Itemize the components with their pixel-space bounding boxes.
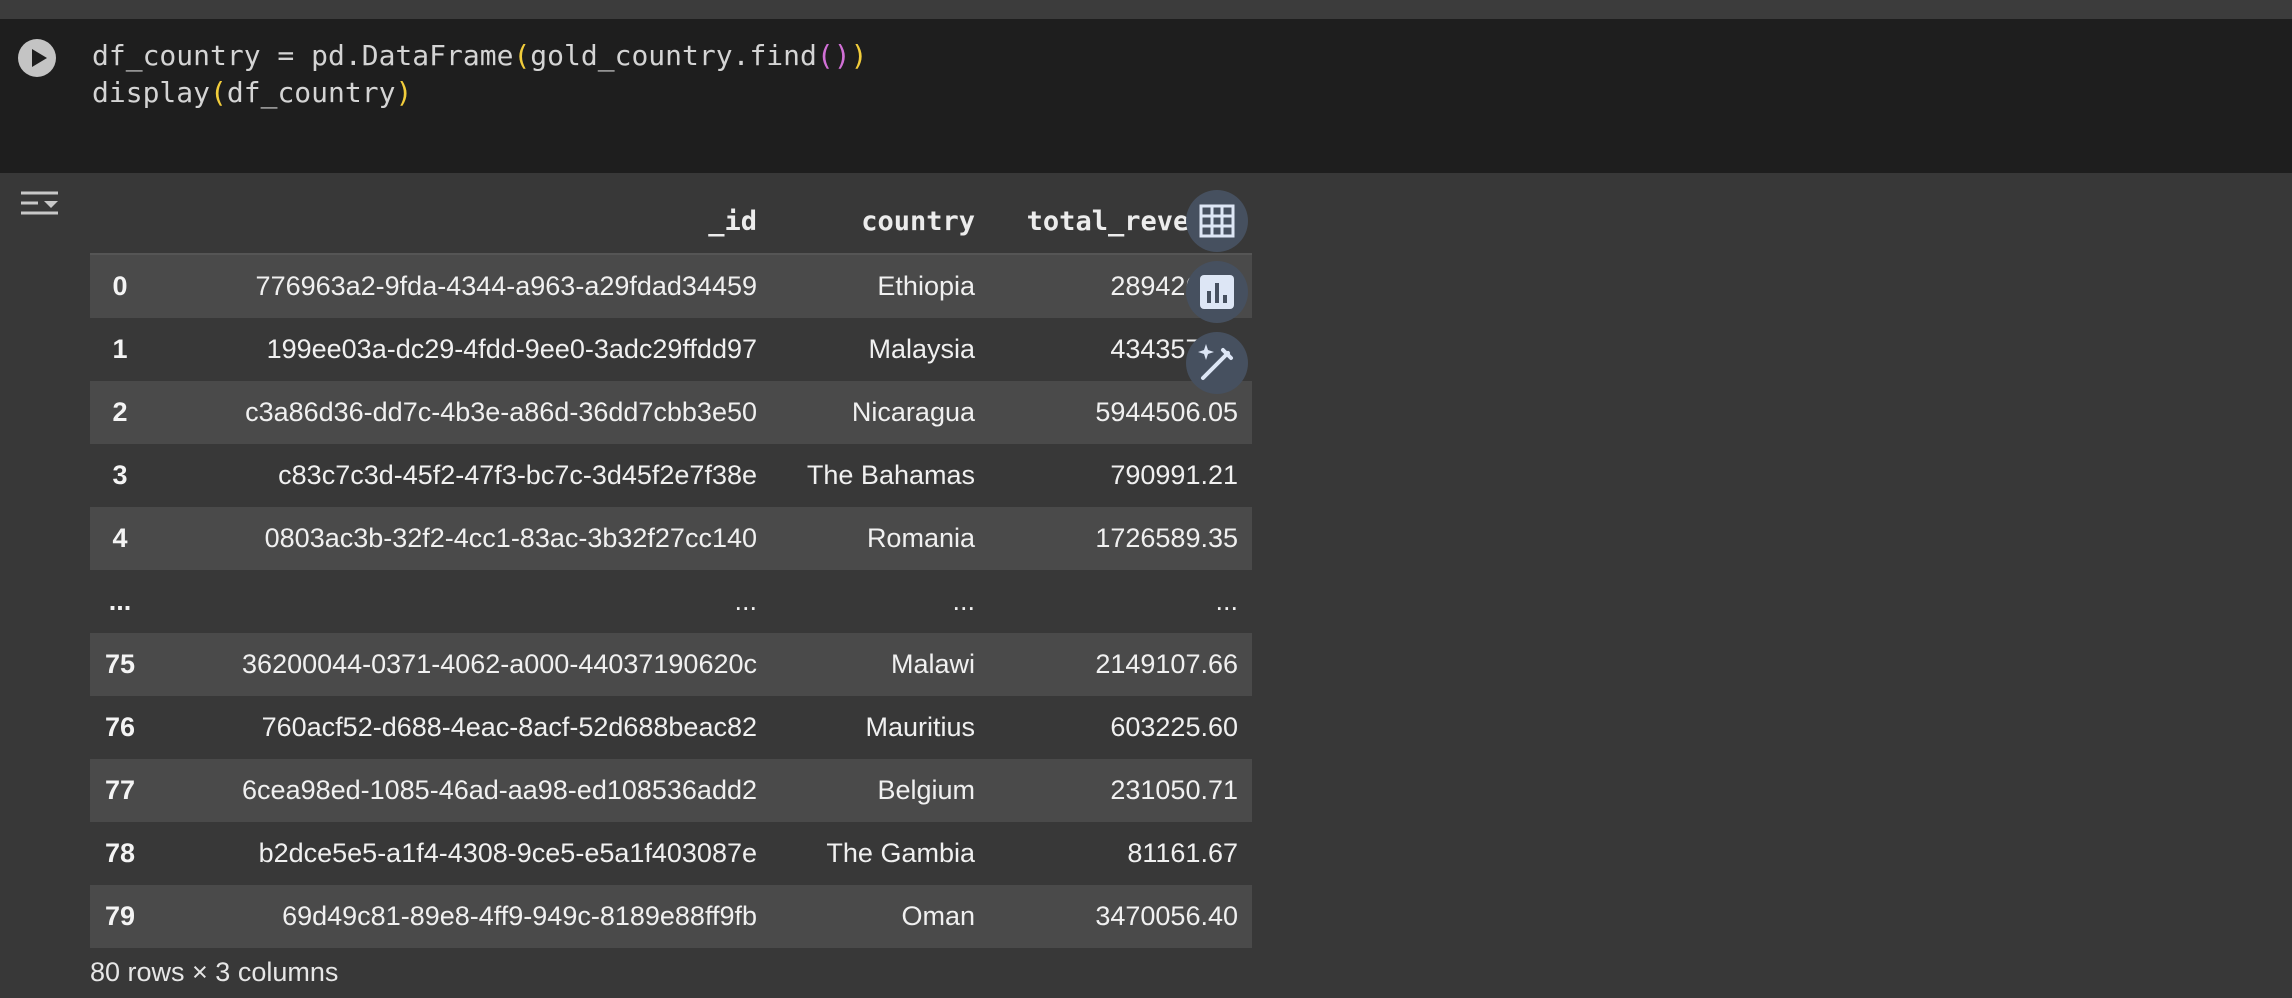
row-index: 77 (104, 775, 136, 805)
table-row: 75 36200044-0371-4062-a000-44037190620c Ma… (90, 633, 1252, 696)
code-cell[interactable]: df_country = pd.DataFrame(gold_country.f… (0, 19, 2292, 173)
row-index: 79 (104, 901, 136, 931)
row-index: 2 (112, 397, 128, 427)
row-index: 1 (112, 334, 128, 364)
cell-output: _id country total_revenue 0 776963a2-9fda… (0, 173, 2292, 998)
table-row: 78 b2dce5e5-a1f4-4308-9ce5-e5a1f403087e Th… (90, 822, 1252, 885)
cell-country: Nicaragua (851, 397, 975, 427)
table-shape-caption: 80 rows × 3 columns (90, 957, 339, 987)
table-header-row: _id country total_revenue (90, 189, 1252, 255)
cell-id: ... (734, 586, 757, 616)
code-line-1: df_country = pd.DataFrame(gold_country.f… (92, 39, 868, 72)
table-row: 77 6cea98ed-1085-46ad-aa98-ed108536add2 Be… (90, 759, 1252, 822)
cell-country: Malawi (890, 649, 975, 679)
cell-country: The Bahamas (806, 460, 975, 490)
cell-id: c83c7c3d-45f2-47f3-bc7c-3d45f2e7f38e (278, 460, 757, 490)
cell-total-revenue: 81161.67 (1127, 838, 1238, 868)
cell-id: c3a86d36-dd7c-4b3e-a86d-36dd7cbb3e50 (245, 397, 757, 427)
cell-id: 6cea98ed-1085-46ad-aa98-ed108536add2 (242, 775, 757, 805)
generate-code-button[interactable] (1186, 332, 1248, 394)
table-row: 3 c83c7c3d-45f2-47f3-bc7c-3d45f2e7f38e The… (90, 444, 1252, 507)
cell-country: Oman (901, 901, 975, 931)
cell-total-revenue: 2149107.66 (1095, 649, 1238, 679)
column-header-id: _id (150, 189, 777, 255)
cell-id: 0803ac3b-32f2-4cc1-83ac-3b32f27cc140 (264, 523, 757, 553)
cell-id: 760acf52-d688-4eac-8acf-52d688beac82 (261, 712, 757, 742)
table-row: ............ (90, 570, 1252, 633)
cell-total-revenue: 3470056.40 (1095, 901, 1238, 931)
output-collapse-icon[interactable] (18, 185, 62, 230)
cell-country: Mauritius (865, 712, 975, 742)
cell-total-revenue: 231050.71 (1110, 775, 1238, 805)
table-row: 76 760acf52-d688-4eac-8acf-52d688beac82 Ma… (90, 696, 1252, 759)
cell-total-revenue: 790991.21 (1110, 460, 1238, 490)
cell-total-revenue: ... (1215, 586, 1238, 616)
run-cell-button[interactable] (18, 39, 56, 77)
cell-country: Malaysia (868, 334, 975, 364)
cell-country: The Gambia (826, 838, 975, 868)
cell-id: 199ee03a-dc29-4fdd-9ee0-3adc29ffdd97 (266, 334, 757, 364)
cell-id: 69d49c81-89e8-4ff9-949c-8189e88ff9fb (282, 901, 757, 931)
cell-total-revenue: 1726589.35 (1095, 523, 1238, 553)
row-index: ... (108, 586, 132, 616)
bar-chart-icon (1200, 275, 1234, 309)
row-index: 76 (104, 712, 136, 742)
table-grid-icon (1199, 204, 1235, 238)
row-index: 78 (104, 838, 136, 868)
cell-total-revenue: 603225.60 (1110, 712, 1238, 742)
index-header (90, 189, 150, 255)
code-line-2: display(df_country) (92, 76, 413, 109)
cell-id: b2dce5e5-a1f4-4308-9ce5-e5a1f403087e (258, 838, 757, 868)
row-index: 3 (112, 460, 128, 490)
dataframe-table: _id country total_revenue 0 776963a2-9fda… (90, 189, 1252, 948)
cell-country: Ethiopia (877, 271, 975, 301)
row-index: 4 (112, 523, 128, 553)
convert-to-interactive-table-button[interactable] (1186, 190, 1248, 252)
row-index: 0 (112, 271, 128, 301)
table-row: 2 c3a86d36-dd7c-4b3e-a86d-36dd7cbb3e50 Nic… (90, 381, 1252, 444)
table-row: 0 776963a2-9fda-4344-a963-a29fdad34459 Eth… (90, 254, 1252, 318)
magic-wand-icon (1198, 344, 1233, 380)
table-row: 1 199ee03a-dc29-4fdd-9ee0-3adc29ffdd97 Mal… (90, 318, 1252, 381)
table-row: 4 0803ac3b-32f2-4cc1-83ac-3b32f27cc140 Rom… (90, 507, 1252, 570)
suggest-charts-button[interactable] (1186, 261, 1248, 323)
top-bar (0, 0, 2292, 19)
table-row: 79 69d49c81-89e8-4ff9-949c-8189e88ff9fb Om… (90, 885, 1252, 948)
code-editor[interactable]: df_country = pd.DataFrame(gold_country.f… (92, 37, 867, 111)
cell-country: Belgium (877, 775, 975, 805)
cell-id: 36200044-0371-4062-a000-44037190620c (242, 649, 757, 679)
cell-country: Romania (866, 523, 975, 553)
cell-id: 776963a2-9fda-4344-a963-a29fdad34459 (255, 271, 757, 301)
play-circle-icon (32, 49, 47, 67)
cell-country: ... (952, 586, 975, 616)
column-header-country: country (777, 189, 987, 255)
row-index: 75 (104, 649, 136, 679)
